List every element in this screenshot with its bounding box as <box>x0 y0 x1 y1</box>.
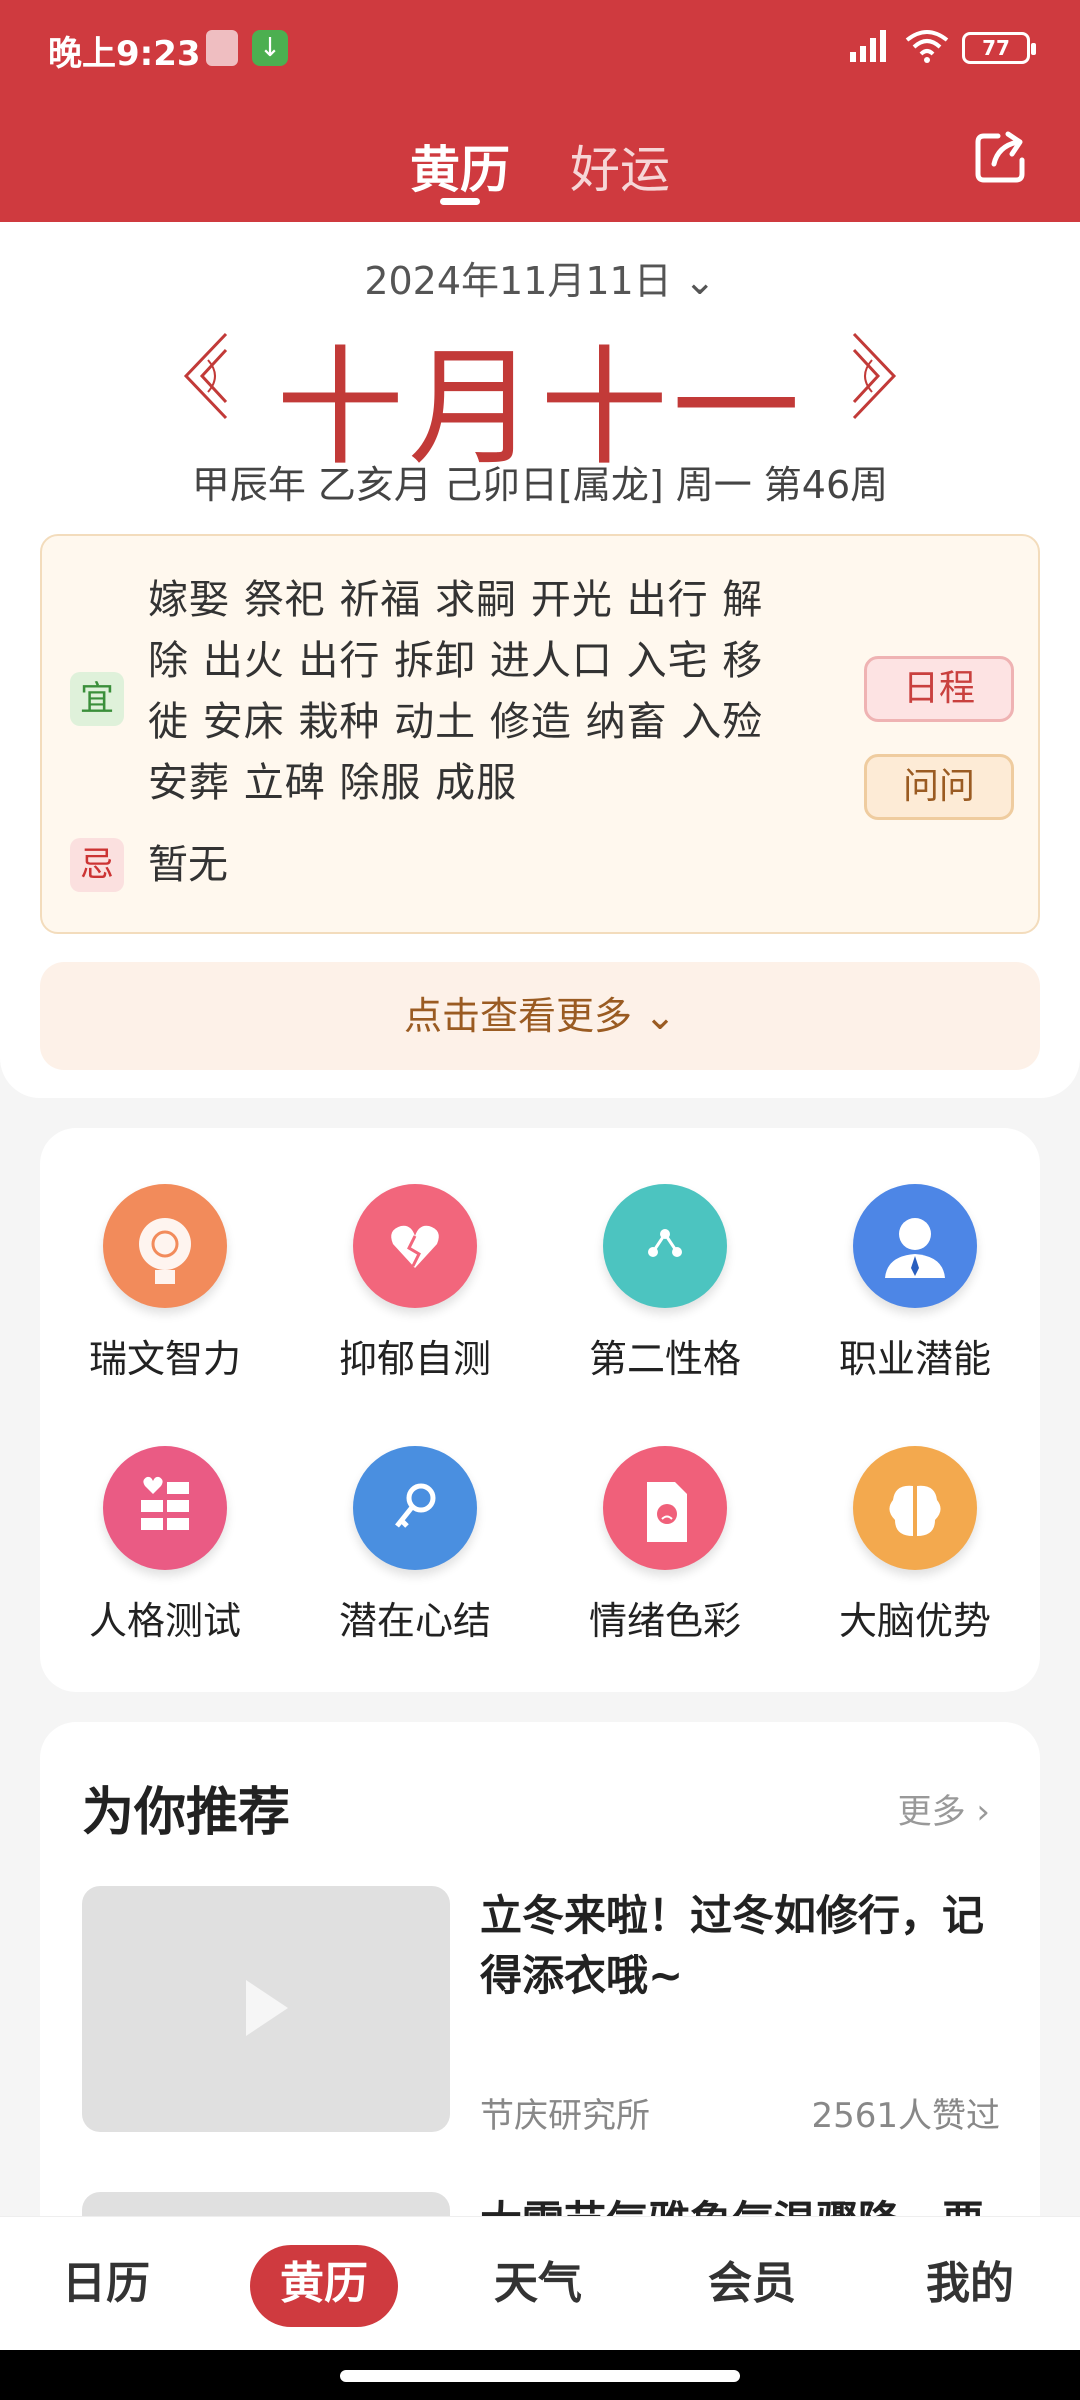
nav-calendar[interactable]: 日历 <box>26 2247 186 2311</box>
ganzhi-info: 甲辰年 乙亥月 己卯日[属龙] 周一 第46周 <box>191 463 889 507</box>
date-selector-label: 2024年11月11日 <box>364 259 672 303</box>
tool-label: 抑郁自测 <box>338 1337 491 1381</box>
key-head-icon-glyph <box>395 1483 436 1528</box>
chevron-down-icon: ⌄ <box>683 259 716 303</box>
next-day-arrow-icon[interactable] <box>846 330 902 422</box>
yi-line: 安葬 立碑 除服 成服 <box>148 760 518 806</box>
test-tools-grid: 瑞文智力 抑郁自测 第二性格 职业潜能 人格测试 潜在心结 情绪色彩 大脑优势 <box>40 1128 1040 1692</box>
tool-label: 潜在心结 <box>338 1599 491 1643</box>
tab-haoyun[interactable]: 好运 <box>570 130 670 202</box>
network-head-icon-glyph <box>648 1229 682 1257</box>
play-icon <box>246 1980 288 2036</box>
download-icon: ↓ <box>252 30 288 66</box>
ask-button[interactable]: 问问 <box>864 754 1014 820</box>
section-title: 为你推荐 <box>82 1783 291 1843</box>
article-title[interactable]: 立冬来啦！过冬如修行，记得添衣哦~ <box>480 1886 1000 2006</box>
brain-head-icon-glyph <box>139 1218 191 1284</box>
brain-icon-glyph <box>889 1485 941 1536</box>
tool-depression-test[interactable]: 抑郁自测 <box>290 1128 540 1381</box>
article-source: 节庆研究所 <box>480 2096 650 2136</box>
businessman-icon-glyph <box>885 1218 945 1278</box>
date-selector[interactable]: 2024年11月11日 ⌄ <box>0 250 1080 305</box>
ji-activities: 暂无 <box>148 842 228 888</box>
tool-label: 情绪色彩 <box>588 1599 741 1643</box>
status-bar: 晚上9:23 ↓ 77 <box>0 0 1080 96</box>
status-time: 晚上9:23 <box>48 34 201 74</box>
yi-badge: 宜 <box>70 672 124 726</box>
tool-label: 瑞文智力 <box>88 1337 241 1381</box>
schedule-button[interactable]: 日程 <box>864 656 1014 722</box>
almanac-card: 2024年11月11日 ⌄ 十月十一 甲辰年 乙亥月 己卯日[属龙] 周一 第4… <box>0 222 1080 1098</box>
header-tabs: 黄历 好运 <box>0 120 1080 210</box>
yi-line: 嫁娶 祭祀 祈福 求嗣 开光 出行 解 <box>148 577 764 623</box>
ji-badge: 忌 <box>70 838 124 892</box>
nav-mine[interactable]: 我的 <box>890 2247 1050 2311</box>
chevron-down-icon: ⌄ <box>644 994 676 1038</box>
tool-raven-iq[interactable]: 瑞文智力 <box>40 1128 290 1381</box>
view-more-button[interactable]: 点击查看更多 ⌄ <box>40 962 1040 1070</box>
yi-line: 徙 安床 栽种 动土 修造 纳畜 入殓 <box>148 699 764 745</box>
nav-member[interactable]: 会员 <box>672 2247 832 2311</box>
bottom-nav: 日历 黄历 天气 会员 我的 <box>0 2216 1080 2350</box>
tab-huangli[interactable]: 黄历 <box>410 130 510 202</box>
tool-label: 职业潜能 <box>838 1337 991 1381</box>
wifi-icon <box>905 30 949 63</box>
heart-blocks-icon-glyph <box>141 1476 189 1530</box>
app-notification-icon <box>206 30 238 66</box>
nav-huangli[interactable]: 黄历 <box>244 2247 404 2311</box>
yi-line: 除 出火 出行 拆卸 进人口 入宅 移 <box>148 638 764 684</box>
signal-icon <box>850 30 886 62</box>
more-link[interactable]: 更多 › <box>898 1784 990 1833</box>
view-more-label: 点击查看更多 <box>404 994 633 1038</box>
battery-icon: 77 <box>962 32 1036 64</box>
more-link-label: 更多 <box>897 1792 966 1832</box>
nav-weather[interactable]: 天气 <box>458 2247 618 2311</box>
tool-label: 第二性格 <box>588 1337 741 1381</box>
home-indicator[interactable] <box>340 2370 740 2382</box>
tool-emotion-color[interactable]: 情绪色彩 <box>540 1390 790 1643</box>
article-thumbnail[interactable] <box>82 1886 450 2132</box>
sad-document-icon-glyph <box>647 1482 687 1542</box>
yi-ji-panel[interactable]: 宜 嫁娶 祭祀 祈福 求嗣 开光 出行 解 除 出火 出行 拆卸 进人口 入宅 … <box>40 534 1040 934</box>
chevron-right-icon: › <box>976 1792 990 1832</box>
tool-personality-test[interactable]: 人格测试 <box>40 1390 290 1643</box>
header: 晚上9:23 ↓ 77 黄历 好运 <box>0 0 1080 222</box>
active-tab-indicator <box>440 198 480 205</box>
tool-label: 人格测试 <box>88 1599 241 1643</box>
tool-label: 大脑优势 <box>838 1599 991 1643</box>
tool-second-personality[interactable]: 第二性格 <box>540 1128 790 1381</box>
broken-heart-head-icon-glyph <box>391 1225 439 1268</box>
yi-activities: 嫁娶 祭祀 祈福 求嗣 开光 出行 解 除 出火 出行 拆卸 进人口 入宅 移 … <box>148 570 848 814</box>
tool-hidden-knot[interactable]: 潜在心结 <box>290 1390 540 1643</box>
tool-brain-advantage[interactable]: 大脑优势 <box>790 1390 1040 1643</box>
share-icon[interactable] <box>974 130 1028 184</box>
article-likes: 2561人赞过 <box>811 2096 1000 2136</box>
tool-career-potential[interactable]: 职业潜能 <box>790 1128 1040 1381</box>
